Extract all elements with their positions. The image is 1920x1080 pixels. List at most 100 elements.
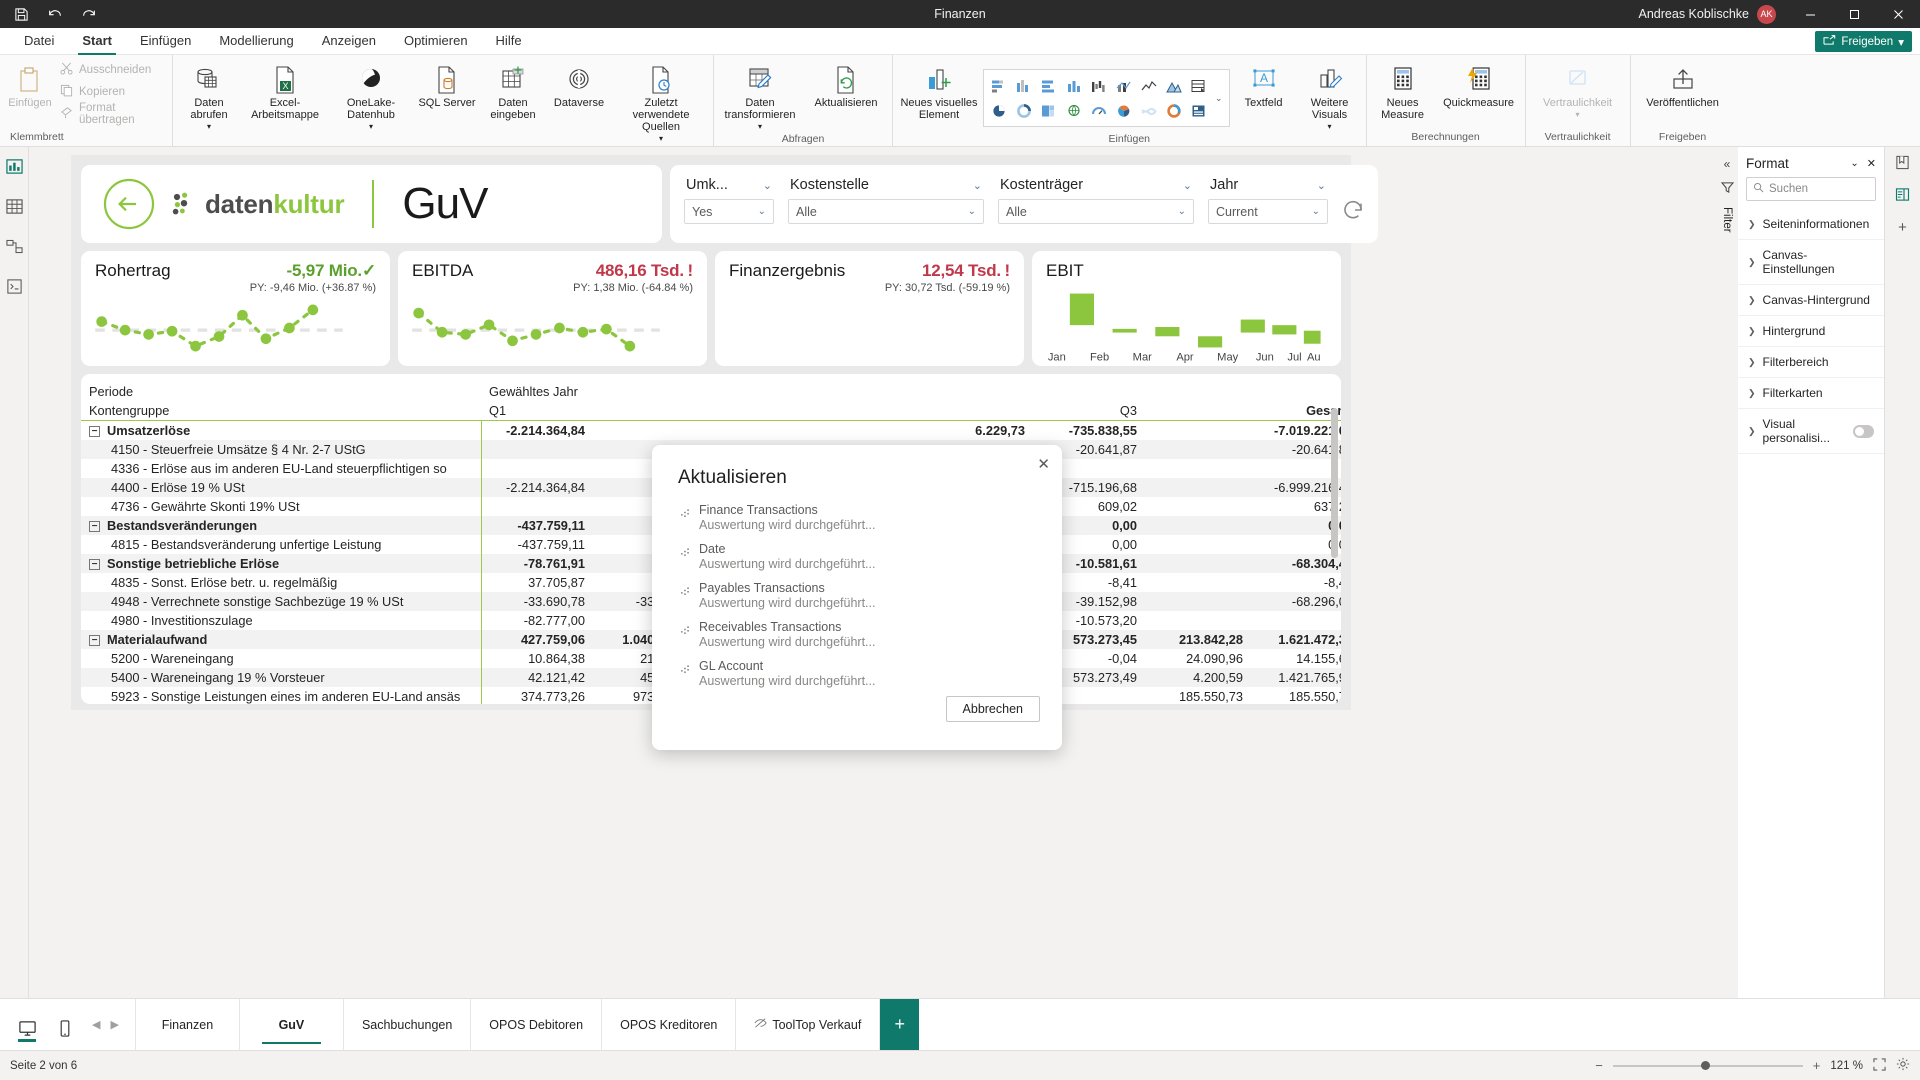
tab-datei[interactable]: Datei: [10, 29, 68, 54]
slicer-kostenstelle-select[interactable]: Alle ⌄: [788, 199, 984, 224]
format-item-seiteninformationen[interactable]: ❯ Seiteninformationen: [1738, 209, 1884, 240]
pie-chart-icon[interactable]: [986, 98, 1011, 123]
tab-einfuegen[interactable]: Einfügen: [126, 29, 205, 54]
table-view-icon[interactable]: [3, 195, 25, 217]
tab-anzeigen[interactable]: Anzeigen: [308, 29, 390, 54]
format-item-canvas-einstellungen[interactable]: ❯ Canvas-Einstellungen: [1738, 240, 1884, 285]
chevron-down-icon[interactable]: ⌄: [1178, 206, 1186, 217]
chevron-down-icon[interactable]: ⌄: [1850, 158, 1858, 169]
excel-workbook-button[interactable]: X Excel-Arbeitsmappe: [243, 59, 327, 121]
settings-gear-icon[interactable]: [1896, 1057, 1910, 1074]
dax-query-view-icon[interactable]: [3, 275, 25, 297]
share-button[interactable]: Freigeben ▾: [1815, 31, 1912, 52]
chevron-down-icon[interactable]: ⌄: [1317, 179, 1326, 192]
quick-measure-button[interactable]: Quickmeasure: [1437, 59, 1521, 109]
get-data-button[interactable]: Daten abrufen ▾: [177, 59, 241, 133]
new-measure-button[interactable]: Neues Measure: [1371, 59, 1435, 121]
zoom-in-button[interactable]: +: [1813, 1058, 1821, 1073]
add-data-icon[interactable]: +: [1898, 219, 1907, 236]
copy-button[interactable]: Kopieren: [56, 81, 168, 103]
kpi-donut-icon[interactable]: [1161, 98, 1186, 123]
report-view-icon[interactable]: [3, 155, 25, 177]
desktop-view-icon[interactable]: [16, 1012, 38, 1042]
textbox-button[interactable]: A Textfeld: [1232, 59, 1296, 109]
zoom-out-button[interactable]: −: [1595, 1058, 1603, 1073]
sensitivity-button[interactable]: Vertraulichkeit ▾: [1530, 59, 1626, 121]
paste-button[interactable]: Einfügen: [6, 59, 54, 109]
header-q1[interactable]: Q1: [481, 401, 593, 421]
format-item-canvas-hintergrund[interactable]: ❯ Canvas-Hintergrund: [1738, 285, 1884, 316]
header-c6[interactable]: [1145, 401, 1251, 421]
header-kontengruppe[interactable]: Kontengruppe: [81, 401, 481, 421]
sensitivity-chevron-down-icon[interactable]: ▾: [1576, 109, 1580, 121]
new-visual-button[interactable]: Neues visuelles Element: [897, 59, 981, 121]
transform-chevron-down-icon[interactable]: ▾: [758, 121, 762, 133]
reset-filters-icon[interactable]: [1342, 177, 1364, 222]
cut-button[interactable]: Ausschneiden: [56, 59, 168, 81]
dataverse-button[interactable]: Dataverse: [547, 59, 611, 109]
map-visual-icon[interactable]: [1061, 98, 1086, 123]
area-chart-icon[interactable]: [1161, 73, 1186, 98]
header-c5[interactable]: [921, 401, 1033, 421]
onelake-hub-button[interactable]: OneLake-Datenhub ▾: [329, 59, 413, 133]
refresh-button[interactable]: Aktualisieren: [804, 59, 888, 109]
format-item-hintergrund[interactable]: ❯ Hintergrund: [1738, 316, 1884, 347]
kpi-card-ebitda[interactable]: EBITDA 486,16 Tsd. ! PY: 1,38 Mio. (-64.…: [398, 251, 707, 366]
tab-hilfe[interactable]: Hilfe: [482, 29, 536, 54]
chevron-down-icon[interactable]: ⌄: [763, 179, 772, 192]
sql-server-button[interactable]: SQL Server: [415, 59, 479, 109]
tab-optimieren[interactable]: Optimieren: [390, 29, 482, 54]
header-c3[interactable]: [705, 401, 809, 421]
matrix-vertical-scrollbar[interactable]: [1331, 408, 1338, 683]
table-visual-icon[interactable]: [1186, 73, 1211, 98]
ribbon-chart-icon[interactable]: [1136, 98, 1161, 123]
clustered-bar-chart-icon[interactable]: [1011, 73, 1036, 98]
slicer-umk-select[interactable]: Yes ⌄: [684, 199, 774, 224]
zoom-slider[interactable]: [1612, 1060, 1803, 1070]
format-painter-button[interactable]: Format übertragen: [56, 102, 168, 126]
chevron-down-icon[interactable]: ⌄: [968, 206, 976, 217]
chevron-down-icon[interactable]: ⌄: [758, 206, 766, 217]
header-periode[interactable]: Periode: [81, 382, 481, 401]
slicer-jahr-select[interactable]: Current ⌄: [1208, 199, 1328, 224]
share-chevron-down-icon[interactable]: ▾: [1898, 35, 1904, 49]
recent-sources-button[interactable]: Zuletzt verwendete Quellen ▾: [613, 59, 709, 145]
header-q3[interactable]: Q3: [1033, 401, 1145, 421]
chevron-down-icon[interactable]: ⌄: [1312, 206, 1320, 217]
avatar[interactable]: AK: [1757, 4, 1776, 24]
table-row[interactable]: − Umsatzerlöse -2.214.364,84 6.229,73 -735.8…: [81, 420, 1341, 440]
expand-filters-icon[interactable]: «: [1724, 157, 1731, 171]
redo-icon[interactable]: [81, 7, 97, 21]
search-input[interactable]: Suchen: [1746, 177, 1876, 201]
collapse-icon[interactable]: −: [89, 559, 100, 570]
minimize-button[interactable]: [1788, 0, 1832, 28]
format-item-visual-personalisieren[interactable]: ❯ Visual personalisi...: [1738, 409, 1884, 454]
chevron-down-icon[interactable]: ⌄: [973, 179, 982, 192]
undo-icon[interactable]: [47, 7, 63, 21]
kpi-card-finanzergebnis[interactable]: Finanzergebnis 12,54 Tsd. ! PY: 30,72 Ts…: [715, 251, 1024, 366]
slicer-kostentraeger-select[interactable]: Alle ⌄: [998, 199, 1194, 224]
model-view-icon[interactable]: [3, 235, 25, 257]
more-visuals-chevron-down-icon[interactable]: ▾: [1328, 121, 1332, 133]
collapse-icon[interactable]: −: [89, 426, 100, 437]
close-icon[interactable]: ✕: [1867, 157, 1876, 170]
treemap-icon[interactable]: [1036, 98, 1061, 123]
line-and-column-chart-icon[interactable]: [1111, 73, 1136, 98]
recent-sources-chevron-down-icon[interactable]: ▾: [659, 133, 663, 145]
filter-funnel-icon[interactable]: [1720, 181, 1734, 197]
gallery-more-chevron-icon[interactable]: ⌄: [1211, 93, 1227, 104]
filled-pie-chart-icon[interactable]: [1111, 98, 1136, 123]
maximize-button[interactable]: [1832, 0, 1876, 28]
tab-start[interactable]: Start: [68, 29, 126, 55]
tab-modellierung[interactable]: Modellierung: [205, 29, 307, 54]
visual-personalize-toggle[interactable]: [1852, 424, 1874, 438]
bookmarks-icon[interactable]: [1895, 155, 1910, 173]
chevron-down-icon[interactable]: ⌄: [1183, 179, 1192, 192]
publish-button[interactable]: Veröffentlichen: [1635, 59, 1731, 109]
close-icon[interactable]: ✕: [1037, 455, 1050, 473]
format-item-filterbereich[interactable]: ❯ Filterbereich: [1738, 347, 1884, 378]
page-tab-opos-kreditoren[interactable]: OPOS Kreditoren: [601, 999, 735, 1050]
collapse-icon[interactable]: −: [89, 521, 100, 532]
transform-data-button[interactable]: Daten transformieren ▾: [718, 59, 802, 133]
page-tab-sachbuchungen[interactable]: Sachbuchungen: [342, 999, 470, 1050]
